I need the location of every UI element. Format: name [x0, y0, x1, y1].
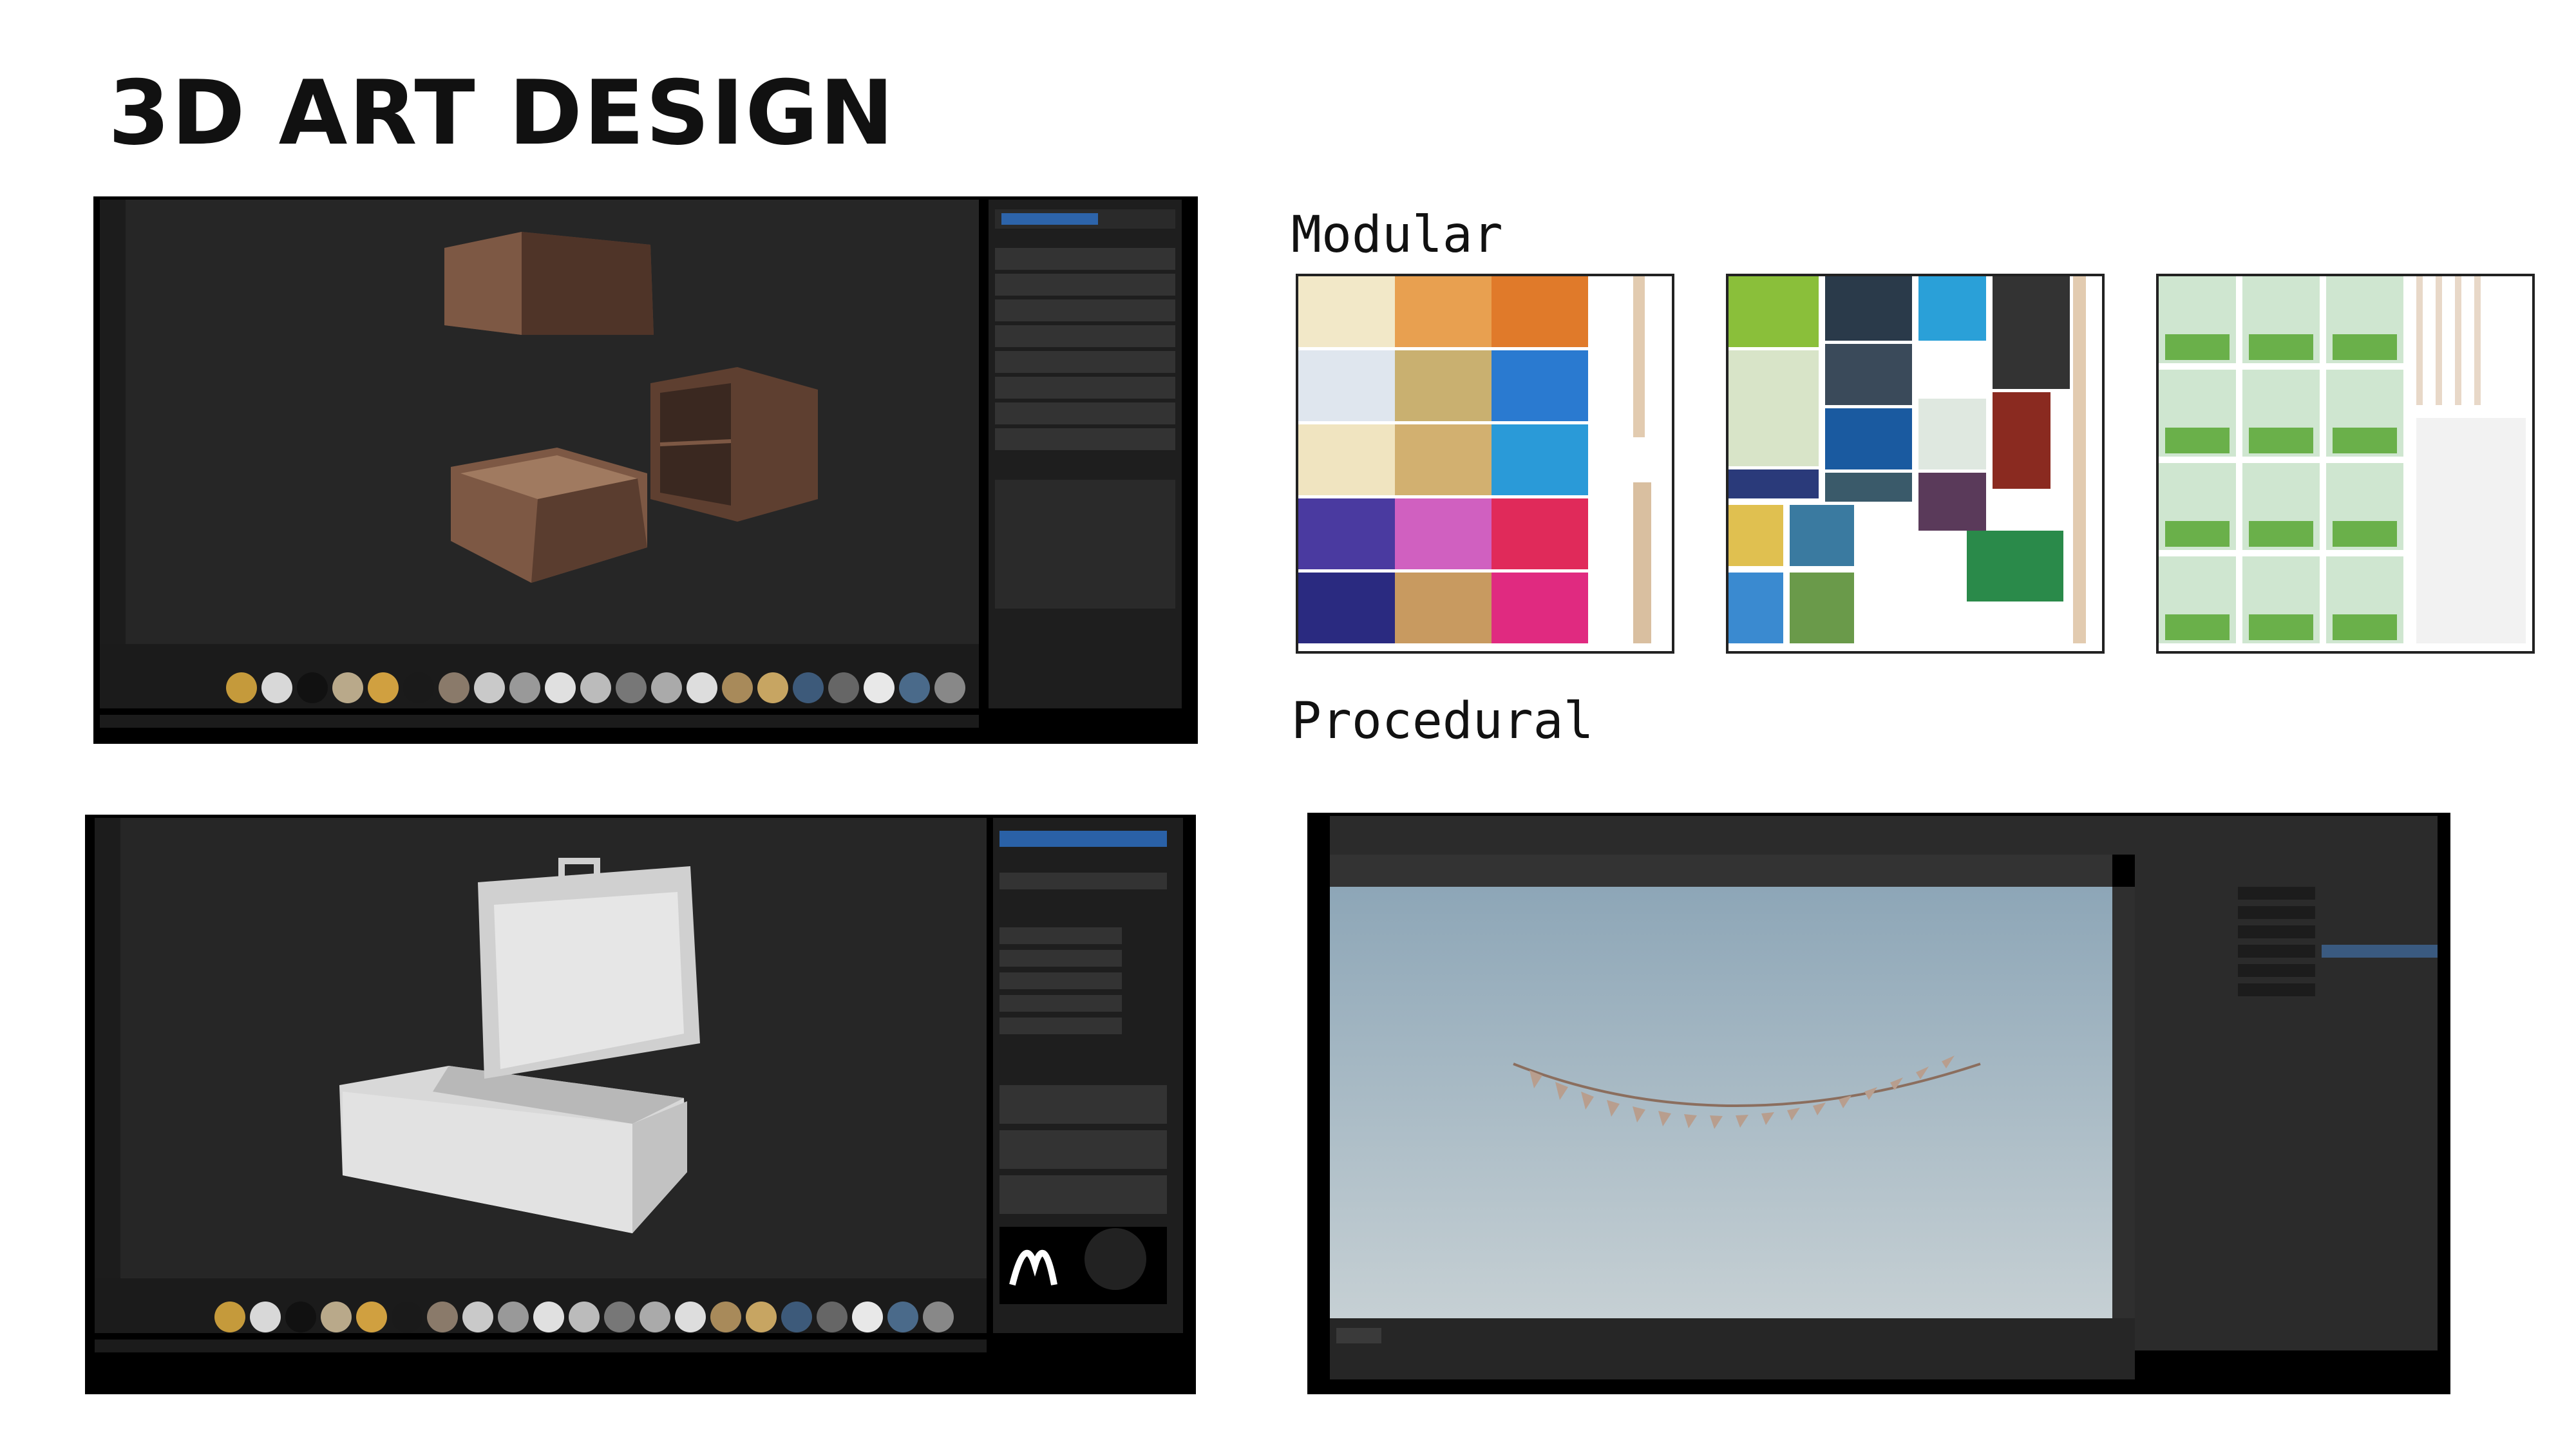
- slide-title: 3D ART DESIGN: [108, 61, 895, 165]
- modular-label: Modular: [1291, 206, 1503, 264]
- box-model-screenshot: [85, 815, 1196, 1394]
- procedural-label: Procedural: [1291, 692, 1594, 750]
- procedural-screenshot: [1307, 813, 2450, 1394]
- cabinet-texturing-screenshot: [93, 196, 1198, 744]
- sheet-cartoon-covers: [1296, 274, 1674, 654]
- sheet-mixed-covers: [1726, 274, 2105, 654]
- sheet-green-covers: [2156, 274, 2535, 654]
